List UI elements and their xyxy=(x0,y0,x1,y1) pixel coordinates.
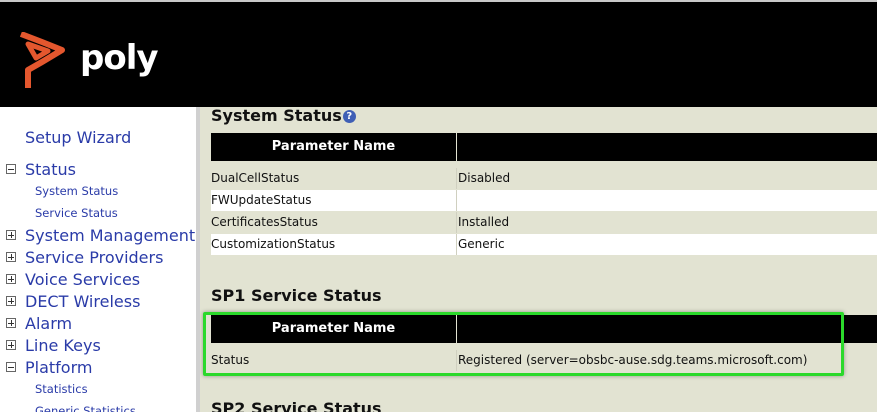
expand-icon[interactable] xyxy=(6,296,16,306)
parameter-value-cell: Installed xyxy=(457,212,877,233)
parameter-value-cell: Generic xyxy=(457,234,877,255)
expand-icon[interactable] xyxy=(6,340,16,350)
parameter-name-cell: CustomizationStatus xyxy=(211,234,457,255)
poly-logo: poly xyxy=(18,31,159,92)
nav-item-label[interactable]: Service Providers xyxy=(25,248,163,267)
nav-item-alarm[interactable]: Alarm xyxy=(0,313,196,335)
setup-wizard-link[interactable]: Setup Wizard xyxy=(25,128,131,147)
nav-item-label[interactable]: DECT Wireless xyxy=(25,292,140,311)
nav-item-label[interactable]: System Management xyxy=(25,226,195,245)
expand-icon[interactable] xyxy=(6,318,16,328)
sp1-service-status-title: SP1 Service Status xyxy=(211,286,382,305)
nav-tree: Status System Status Service Status Syst… xyxy=(0,159,196,412)
table-row: CustomizationStatus Generic xyxy=(211,234,877,255)
nav-item-dect-wireless[interactable]: DECT Wireless xyxy=(0,291,196,313)
column-header-value xyxy=(457,133,877,161)
nav-subitem-statistics[interactable]: Statistics xyxy=(0,379,196,401)
parameter-value-cell: Registered (server=obsbc-ause.sdg.teams.… xyxy=(457,350,877,371)
nav-item-label[interactable]: Line Keys xyxy=(25,336,101,355)
table-header: Parameter Name xyxy=(211,133,877,161)
collapse-icon[interactable] xyxy=(6,164,16,174)
table-spacer xyxy=(211,343,877,349)
nav-subitem-label[interactable]: Service Status xyxy=(35,206,118,220)
table-row: DualCellStatus Disabled xyxy=(211,168,877,189)
parameter-value-cell: Disabled xyxy=(457,168,877,189)
table-row: Status Registered (server=obsbc-ause.sdg… xyxy=(211,350,877,371)
column-header-parameter-name: Parameter Name xyxy=(211,133,457,161)
nav-item-system-management[interactable]: System Management xyxy=(0,225,196,247)
table-header: Parameter Name xyxy=(211,315,877,343)
sp2-service-status-title: SP2 Service Status xyxy=(211,399,382,412)
nav-subitem-label[interactable]: Statistics xyxy=(35,382,88,396)
sidebar-nav: Setup Wizard Status System Status Servic… xyxy=(0,107,196,412)
nav-subitem-service-status[interactable]: Service Status xyxy=(0,203,196,225)
expand-icon[interactable] xyxy=(6,252,16,262)
system-status-table: Parameter Name DualCellStatus Disabled F… xyxy=(211,133,877,255)
parameter-name-cell: FWUpdateStatus xyxy=(211,190,457,211)
nav-item-label[interactable]: Platform xyxy=(25,358,92,377)
parameter-value-cell xyxy=(457,190,877,211)
table-row: CertificatesStatus Installed xyxy=(211,212,877,233)
collapse-icon[interactable] xyxy=(6,362,16,372)
parameter-name-cell: Status xyxy=(211,350,457,371)
nav-item-line-keys[interactable]: Line Keys xyxy=(0,335,196,357)
parameter-name-cell: CertificatesStatus xyxy=(211,212,457,233)
section-title-text: System Status xyxy=(211,107,342,125)
nav-item-label[interactable]: Voice Services xyxy=(25,270,140,289)
nav-item-label[interactable]: Alarm xyxy=(25,314,72,333)
table-row: FWUpdateStatus xyxy=(211,190,877,211)
table-spacer xyxy=(211,161,877,167)
column-header-parameter-name: Parameter Name xyxy=(211,315,457,343)
poly-logo-icon xyxy=(19,31,65,88)
system-status-title: System Status? xyxy=(211,107,356,125)
nav-subitem-system-status[interactable]: System Status xyxy=(0,181,196,203)
nav-item-status[interactable]: Status xyxy=(0,159,196,181)
nav-subitem-label[interactable]: System Status xyxy=(35,184,118,198)
nav-item-voice-services[interactable]: Voice Services xyxy=(0,269,196,291)
nav-item-label[interactable]: Status xyxy=(25,160,76,179)
expand-icon[interactable] xyxy=(6,230,16,240)
sp1-status-table: Parameter Name Status Registered (server… xyxy=(211,315,877,371)
column-header-value xyxy=(457,315,877,343)
help-icon[interactable]: ? xyxy=(342,110,356,123)
nav-item-service-providers[interactable]: Service Providers xyxy=(0,247,196,269)
nav-subitem-generic-statistics[interactable]: Generic Statistics xyxy=(0,401,196,412)
expand-icon[interactable] xyxy=(6,274,16,284)
nav-item-platform[interactable]: Platform xyxy=(0,357,196,379)
main-content: System Status? Parameter Name DualCellSt… xyxy=(200,107,877,412)
parameter-name-cell: DualCellStatus xyxy=(211,168,457,189)
app-header: poly xyxy=(0,0,877,107)
nav-subitem-label[interactable]: Generic Statistics xyxy=(35,404,136,412)
logo-text: poly xyxy=(80,38,159,78)
